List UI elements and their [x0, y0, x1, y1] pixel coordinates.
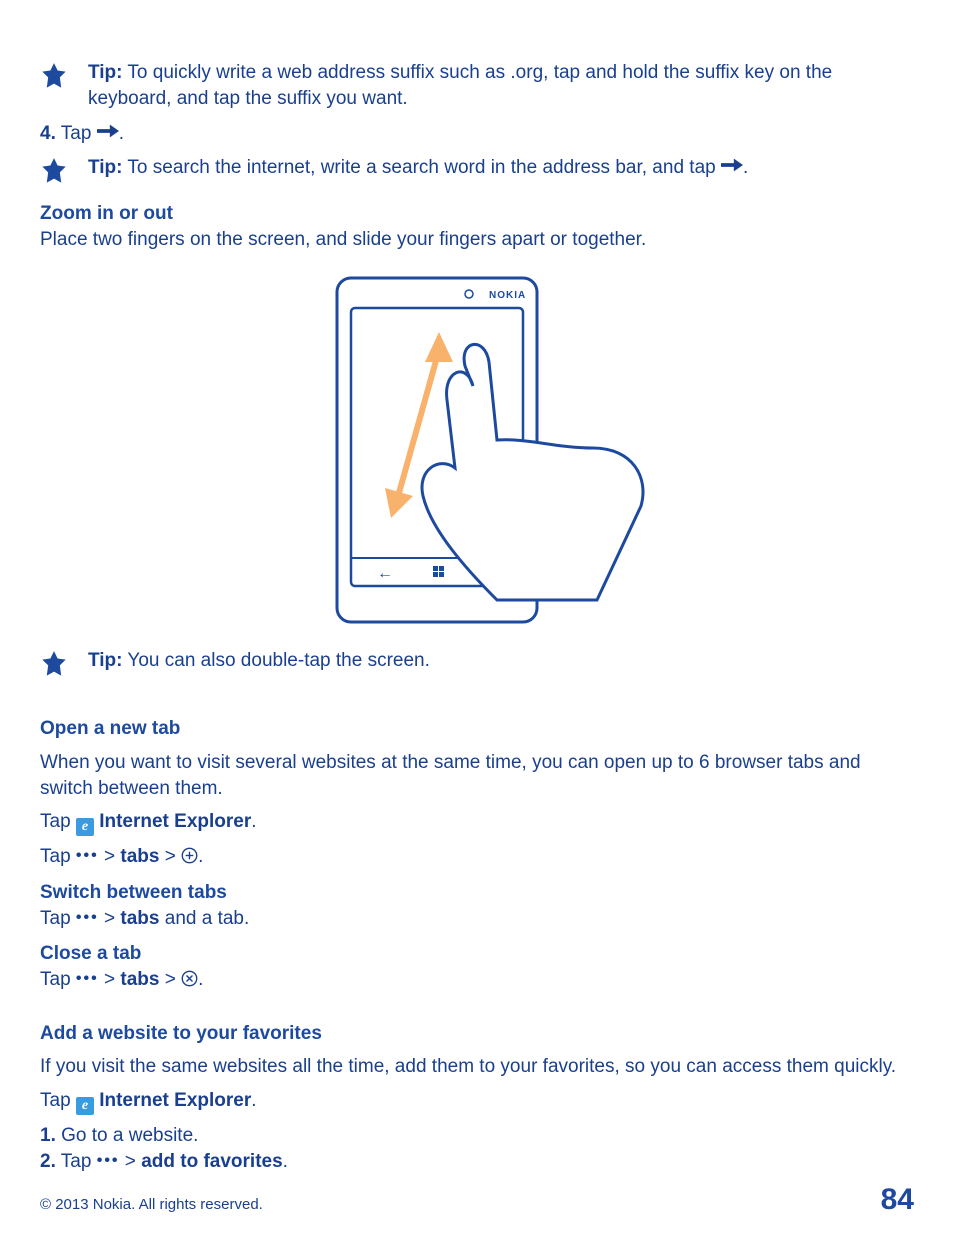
tabs-label: tabs	[120, 846, 159, 867]
gt2: >	[159, 969, 181, 990]
gt: >	[120, 1151, 142, 1172]
zoom-heading: Zoom in or out	[40, 201, 914, 227]
zoom-section: Zoom in or out Place two fingers on the …	[40, 201, 914, 252]
period: .	[283, 1151, 288, 1172]
period: .	[251, 811, 256, 832]
favorites-heading: Add a website to your favorites	[40, 1021, 914, 1047]
add-to-favorites-label: add to favorites	[141, 1151, 282, 1172]
star-icon	[40, 157, 68, 185]
period: .	[119, 123, 124, 144]
phone-pinch-illustration: NOKIA ←	[297, 270, 657, 630]
ie-icon: e	[76, 818, 94, 836]
tip-block-1: Tip: To quickly write a web address suff…	[40, 60, 914, 111]
gt: >	[99, 846, 121, 867]
close-tab-heading: Close a tab	[40, 941, 914, 967]
step-tap: Tap	[56, 1151, 97, 1172]
tap-prefix: Tap	[40, 1090, 76, 1111]
tap: Tap	[40, 969, 76, 990]
open-tab-heading: Open a new tab	[40, 716, 914, 742]
svg-text:←: ←	[377, 565, 393, 582]
step-4: 4. Tap .	[40, 121, 914, 147]
tip-label: Tip:	[88, 650, 122, 671]
step-num: 2.	[40, 1151, 56, 1172]
more-dots-icon: •••	[97, 1152, 120, 1169]
tip-body: To search the internet, write a search w…	[122, 157, 721, 178]
tabs-label: tabs	[120, 908, 159, 929]
favorites-step-2: 2. Tap ••• > add to favorites.	[40, 1149, 914, 1175]
period: .	[743, 157, 748, 178]
open-tab-steps: Tap ••• > tabs > .	[40, 844, 914, 870]
tip-text: Tip: To quickly write a web address suff…	[88, 60, 914, 111]
favorites-step-1: 1. Go to a website.	[40, 1123, 914, 1149]
ie-label: Internet Explorer	[94, 811, 251, 832]
arrow-right-icon	[97, 121, 119, 147]
gt2: >	[159, 846, 181, 867]
period: .	[198, 846, 203, 867]
ie-icon: e	[76, 1097, 94, 1115]
tip-block-3: Tip: You can also double-tap the screen.	[40, 648, 914, 678]
ie-label: Internet Explorer	[94, 1090, 251, 1111]
gt: >	[99, 908, 121, 929]
tap-prefix: Tap	[40, 811, 76, 832]
step-text: Go to a website.	[56, 1125, 199, 1146]
tip-body: You can also double-tap the screen.	[122, 650, 429, 671]
suffix: and a tab.	[159, 908, 249, 929]
more-dots-icon: •••	[76, 970, 99, 987]
open-tab-tap-ie: Tap e Internet Explorer.	[40, 809, 914, 836]
star-icon	[40, 650, 68, 678]
period: .	[251, 1090, 256, 1111]
tap: Tap	[40, 846, 76, 867]
tip-body: To quickly write a web address suffix su…	[88, 62, 832, 109]
favorites-body: If you visit the same websites all the t…	[40, 1054, 914, 1080]
open-tab-body: When you want to visit several websites …	[40, 750, 914, 801]
switch-tabs-heading: Switch between tabs	[40, 880, 914, 906]
tip-label: Tip:	[88, 62, 122, 83]
page-number: 84	[881, 1180, 914, 1221]
more-dots-icon: •••	[76, 847, 99, 864]
plus-circle-icon	[181, 844, 198, 870]
star-icon	[40, 62, 68, 90]
tip-block-2: Tip: To search the internet, write a sea…	[40, 155, 914, 185]
tap: Tap	[40, 908, 76, 929]
tip-text: Tip: You can also double-tap the screen.	[88, 648, 914, 674]
period: .	[198, 969, 203, 990]
copyright-text: © 2013 Nokia. All rights reserved.	[40, 1195, 263, 1215]
favorites-tap-ie: Tap e Internet Explorer.	[40, 1088, 914, 1115]
arrow-right-icon	[721, 155, 743, 181]
page-footer: © 2013 Nokia. All rights reserved. 84	[40, 1180, 914, 1221]
step-num: 1.	[40, 1125, 56, 1146]
switch-tabs-line: Tap ••• > tabs and a tab.	[40, 906, 914, 932]
tip-label: Tip:	[88, 157, 122, 178]
close-tab-line: Tap ••• > tabs > .	[40, 967, 914, 993]
zoom-text: Place two fingers on the screen, and sli…	[40, 227, 914, 253]
gt: >	[99, 969, 121, 990]
more-dots-icon: •••	[76, 909, 99, 926]
step-num: 4.	[40, 123, 56, 144]
step-text: Tap	[56, 123, 97, 144]
tabs-label: tabs	[120, 969, 159, 990]
tip-text: Tip: To search the internet, write a sea…	[88, 155, 914, 181]
svg-text:NOKIA: NOKIA	[489, 290, 526, 301]
x-circle-icon	[181, 967, 198, 993]
